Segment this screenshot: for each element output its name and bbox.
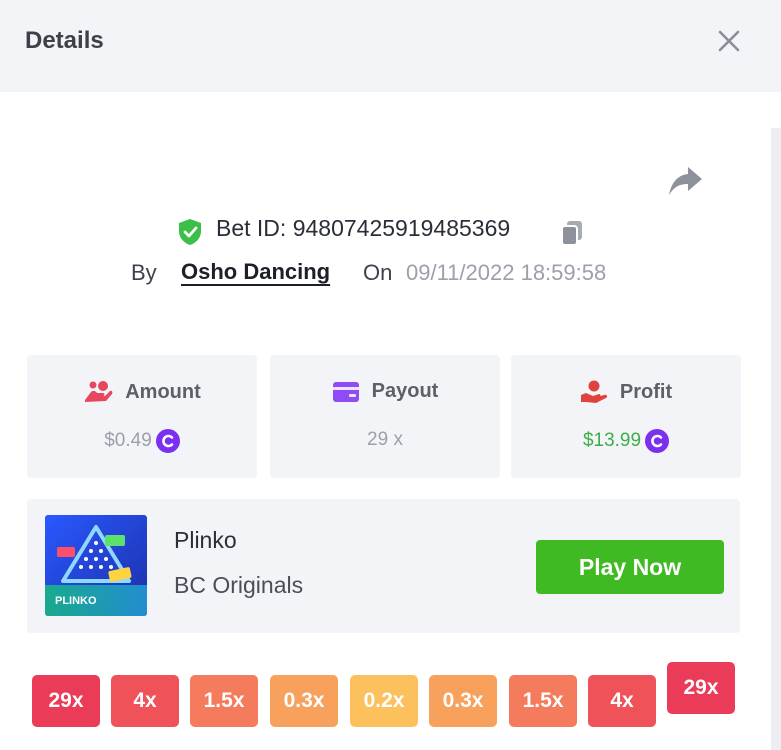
payout-label: Payout [371,380,439,402]
details-header: Details [0,0,781,92]
game-provider: BC Originals [174,572,304,598]
card-icon [332,381,359,402]
close-button[interactable] [712,24,748,60]
profit-value: $13.99 [582,430,642,451]
amount-card: Amount $0.49 [27,355,257,478]
multiplier-box: 1.5x [190,675,258,727]
by-label: By [131,260,157,285]
profit-label: Profit [619,380,673,403]
multiplier-box: 0.3x [429,675,497,727]
payout-value: 29 x [367,429,403,450]
multiplier-box: 0.2x [350,675,418,727]
copy-icon [561,221,582,246]
game-card: PLINKO Plinko BC Originals Play Now [27,499,740,633]
multiplier-box: 0.3x [270,675,338,727]
panel-title: Details [25,27,104,54]
multiplier-box: 4x [111,675,179,727]
copy-button[interactable] [559,219,585,247]
payout-card: Payout 29 x [270,355,500,478]
multiplier-box: 1.5x [509,675,577,727]
bet-id: Bet ID: 94807425919485369 [216,215,511,241]
bet-datetime: 09/11/2022 18:59:58 [406,260,607,285]
game-name: Plinko [174,527,237,553]
user-link[interactable]: Osho Dancing [181,259,330,285]
share-button[interactable] [666,163,706,199]
multiplier-row: 29x 4x 1.5x 0.3x 0.2x 0.3x 1.5x 4x 29x [0,660,770,730]
multiplier-box-hit: 29x [667,662,735,714]
thumb-label: PLINKO [55,595,97,607]
bet-meta-row: By Osho Dancing On 09/11/2022 18:59:58 [0,257,770,291]
multiplier-box: 29x [32,675,100,727]
close-icon [718,30,740,52]
play-now-button[interactable]: Play Now [536,540,724,594]
share-icon [669,167,702,195]
scrollbar-track[interactable] [771,128,781,750]
coin-icon [645,429,670,453]
verified-shield-icon [179,219,201,245]
coin-icon [155,429,180,453]
plinko-thumbnail[interactable]: PLINKO [45,515,147,616]
amount-value: $0.49 [104,430,152,451]
bet-id-row: Bet ID: 94807425919485369 [0,212,770,246]
profit-card: Profit $13.99 [511,355,741,478]
multiplier-box: 4x [588,675,656,727]
amount-label: Amount [125,380,201,403]
hand-coins-icon [85,381,113,402]
profit-hand-icon [580,380,607,403]
on-label: On [363,260,393,285]
